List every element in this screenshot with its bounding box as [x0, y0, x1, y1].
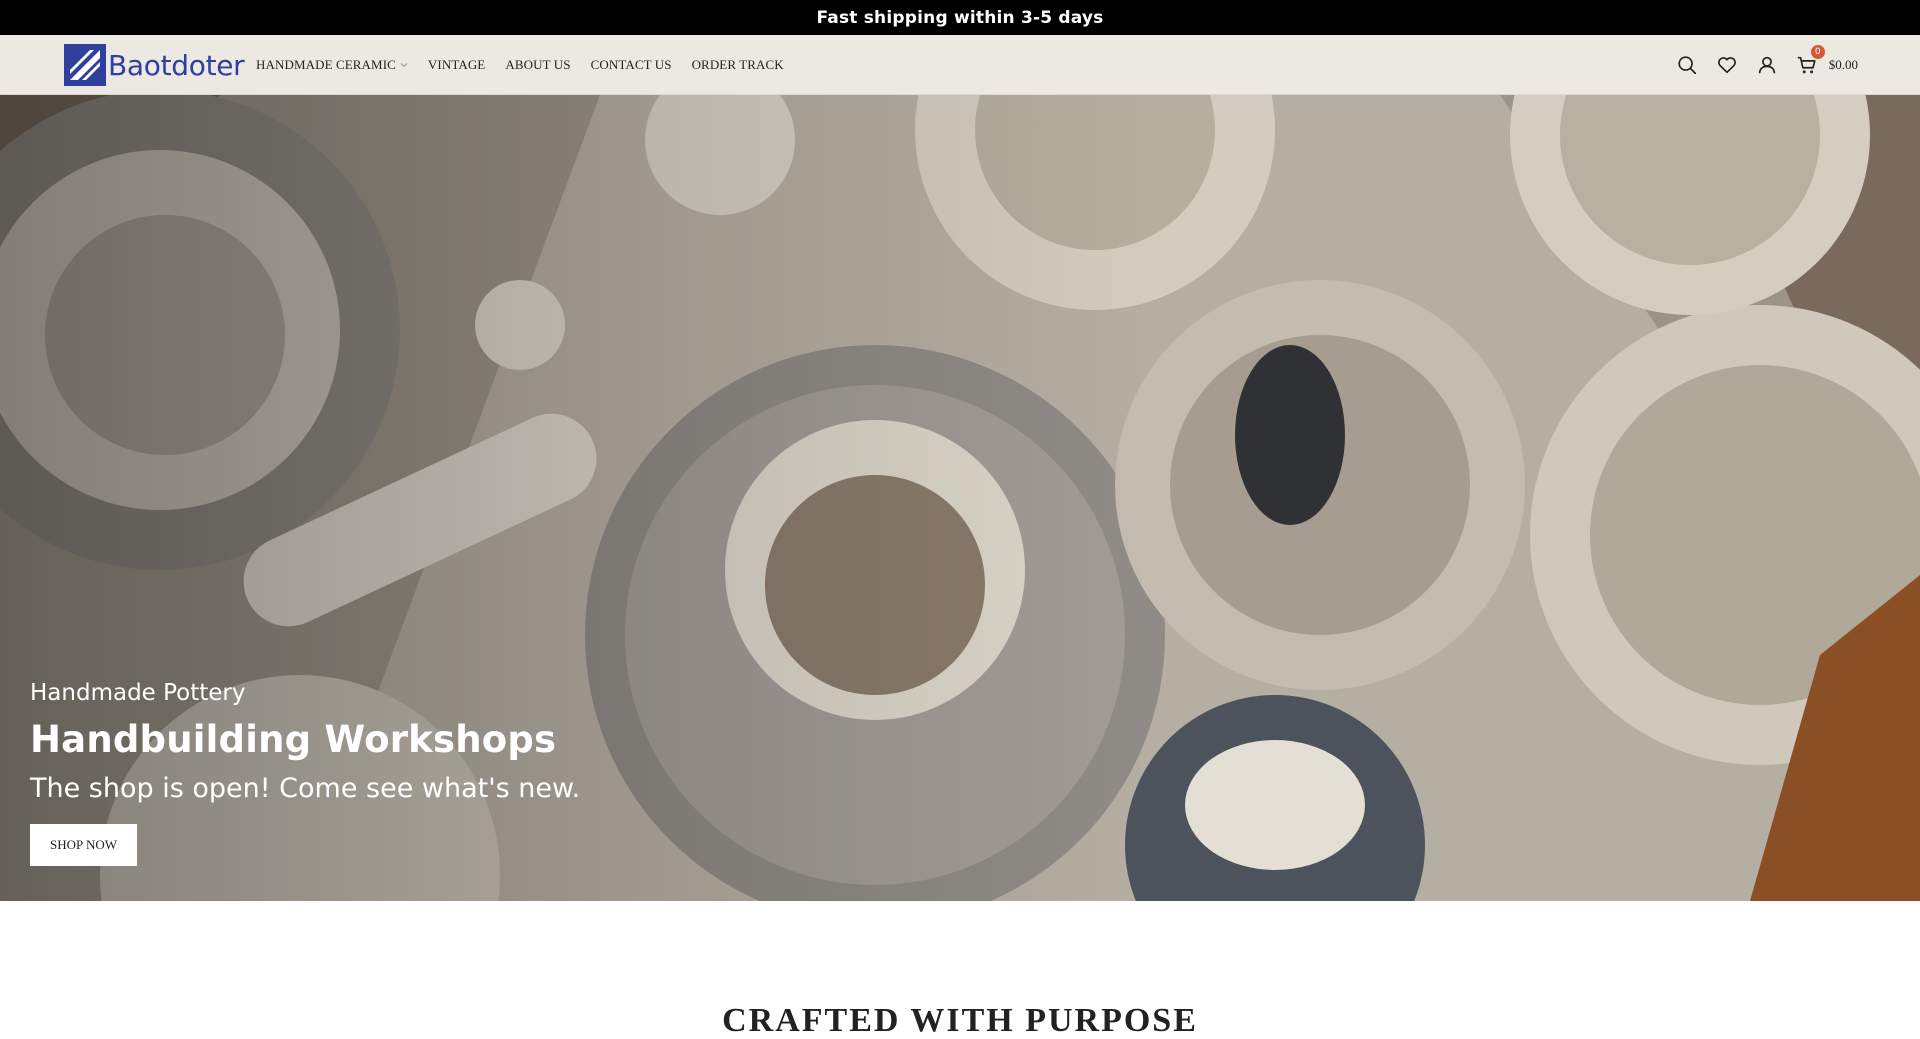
shop-now-button[interactable]: SHOP NOW [30, 824, 138, 866]
nav-item-vintage[interactable]: VINTAGE [428, 57, 485, 73]
heart-icon [1717, 57, 1736, 74]
cart-count-badge: 0 [1810, 45, 1825, 59]
main-nav: HANDMADE CERAMIC VINTAGE ABOUT US CONTAC… [256, 35, 804, 95]
brand-logo[interactable]: Baotdoter [64, 43, 245, 87]
search-button[interactable] [1675, 53, 1699, 77]
nav-item-handmade-ceramic[interactable]: HANDMADE CERAMIC [256, 57, 408, 73]
nav-item-label: VINTAGE [427, 57, 486, 72]
nav-item-order-track[interactable]: ORDER TRACK [692, 57, 784, 73]
nav-item-contact-us[interactable]: CONTACT US [591, 57, 672, 73]
wishlist-button[interactable] [1715, 53, 1739, 77]
nav-item-label: HANDMADE CERAMIC [256, 57, 396, 72]
section-title: CRAFTED WITH PURPOSE [722, 1002, 1198, 1039]
nav-item-label: CONTACT US [590, 57, 672, 72]
brand-name: Baotdoter [108, 48, 245, 82]
header-tools: 0 $0.00 [1659, 35, 1858, 95]
nav-item-label: ORDER TRACK [691, 57, 784, 72]
site-header: Baotdoter HANDMADE CERAMIC VINTAGE ABOUT… [0, 35, 1920, 95]
user-icon [1758, 56, 1775, 74]
hero-headline: Handbuilding Workshops [30, 718, 557, 761]
hero-subline: The shop is open! Come see what's new. [30, 773, 581, 804]
announcement-text: Fast shipping within 3-5 days [816, 7, 1104, 28]
hero-eyebrow: Handmade Pottery [30, 680, 246, 706]
chevron-down-icon [400, 63, 408, 68]
nav-item-label: ABOUT US [505, 57, 571, 72]
cart-button[interactable]: 0 [1795, 45, 1825, 77]
hero-banner: Handmade Pottery Handbuilding Workshops … [0, 95, 1920, 901]
search-icon [1678, 56, 1696, 75]
cart-total[interactable]: $0.00 [1829, 57, 1858, 73]
nav-item-about-us[interactable]: ABOUT US [505, 57, 570, 73]
hero-content: Handmade Pottery Handbuilding Workshops … [30, 680, 580, 866]
announcement-bar: Fast shipping within 3-5 days [0, 0, 1920, 35]
account-button[interactable] [1755, 53, 1779, 77]
logo-mark-icon [64, 44, 106, 86]
